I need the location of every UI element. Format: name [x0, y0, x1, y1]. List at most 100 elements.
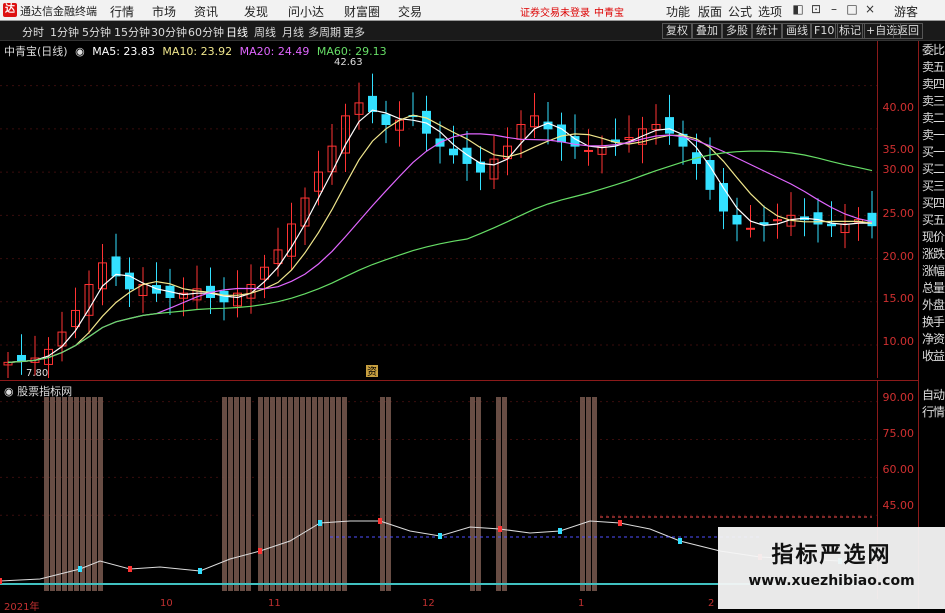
watermark-overlay: 指标严选网 www.xuezhibiao.com — [718, 527, 945, 609]
menu-functions[interactable]: 功能 — [666, 3, 690, 20]
signal-band — [246, 397, 251, 591]
period-tab-15min[interactable]: 15分钟 — [114, 24, 150, 40]
menu-ask[interactable]: 问小达 — [288, 3, 324, 20]
period-tab-5min[interactable]: 5分钟 — [82, 24, 111, 40]
side-panel-item[interactable]: 卖四 — [920, 77, 945, 92]
ma60-label: MA60: 29.13 — [316, 45, 387, 58]
side-panel-item[interactable]: 卖五 — [920, 60, 945, 75]
watermark-url: www.xuezhibiao.com — [748, 573, 915, 589]
back-button[interactable]: 返回 — [893, 23, 923, 39]
side-panel-item[interactable]: 买三 — [920, 179, 945, 194]
current-stock: 中青宝 — [594, 8, 624, 19]
signal-band — [470, 397, 475, 591]
signal-band — [294, 397, 299, 591]
side-panel-item[interactable]: 收益 — [920, 349, 945, 364]
side-panel-item[interactable]: 总量 — [920, 281, 945, 296]
indicator-bar — [618, 520, 622, 526]
menu-market-quotes[interactable]: 行情 — [110, 3, 134, 20]
indicator-dot-icon[interactable]: ◉ — [4, 385, 14, 398]
date-label: 1 — [578, 598, 585, 609]
lock-icon[interactable]: ⊡ — [808, 2, 824, 17]
signal-band — [74, 397, 79, 591]
date-label: 12 — [422, 598, 435, 609]
side-panel-item[interactable]: 换手 — [920, 315, 945, 330]
menu-discover[interactable]: 发现 — [244, 3, 268, 20]
side-panel-item[interactable]: 行情 — [920, 405, 945, 420]
date-label: 2021年 — [4, 602, 40, 613]
menu-market[interactable]: 市场 — [152, 3, 176, 20]
side-panel-item[interactable]: 净资 — [920, 332, 945, 347]
menu-news[interactable]: 资讯 — [194, 3, 218, 20]
side-panel-item[interactable]: 委比 — [920, 43, 945, 58]
indicator-bar — [438, 533, 442, 539]
menu-bar: 达 通达信金融终端 行情 市场 资讯 发现 问小达 财富圈 交易 证券交易未登录… — [0, 0, 945, 21]
signal-band — [288, 397, 293, 591]
close-icon[interactable]: × — [862, 2, 878, 17]
signal-band — [270, 397, 275, 591]
period-tab-1min[interactable]: 1分钟 — [50, 24, 79, 40]
period-tab-weekly[interactable]: 周线 — [254, 24, 276, 40]
side-panel-item[interactable]: 买二 — [920, 162, 945, 177]
side-panel-item[interactable]: 买五 — [920, 213, 945, 228]
mark-button[interactable]: 标记 — [835, 23, 865, 39]
indicator-bar — [318, 520, 322, 526]
signal-band — [306, 397, 311, 591]
side-panel-item[interactable]: 买四 — [920, 196, 945, 211]
maximize-icon[interactable]: □ — [844, 2, 860, 17]
indicator-tick: 75.00 — [882, 427, 915, 440]
signal-band — [342, 397, 347, 591]
period-tab-more[interactable]: 更多 — [343, 24, 365, 40]
side-panel-item[interactable]: 卖一 — [920, 128, 945, 143]
price-tick: 10.00 — [882, 335, 915, 348]
side-panel-item[interactable]: 现价 — [920, 230, 945, 245]
period-tab-multi[interactable]: 多周期 — [308, 24, 341, 40]
ma20-label: MA20: 24.49 — [239, 45, 310, 58]
period-tab-30min[interactable]: 30分钟 — [151, 24, 187, 40]
period-tab-daily[interactable]: 日线 — [226, 24, 248, 40]
menu-options[interactable]: 选项 — [758, 3, 782, 20]
signal-band — [312, 397, 317, 591]
signal-band — [80, 397, 85, 591]
side-panel-item[interactable]: 涨幅 — [920, 264, 945, 279]
indicator-tick: 60.00 — [882, 463, 915, 476]
side-panel-item[interactable]: 外盘 — [920, 298, 945, 313]
candle-body — [111, 256, 121, 277]
side-panel-item[interactable]: 买一 — [920, 145, 945, 160]
stats-button[interactable]: 统计 — [752, 23, 782, 39]
signal-band — [592, 397, 597, 591]
skin-icon[interactable]: ◧ — [790, 2, 806, 17]
kline-canvas[interactable]: 42.637.80 资 — [0, 41, 877, 384]
minimize-icon[interactable]: – — [826, 2, 842, 17]
signal-band — [336, 397, 341, 591]
side-panel-item[interactable]: 卖二 — [920, 111, 945, 126]
signal-band — [228, 397, 233, 591]
period-tab-intraday[interactable]: 分时 — [22, 24, 44, 40]
adjust-button[interactable]: 复权 — [662, 23, 692, 39]
multi-stock-button[interactable]: 多股 — [722, 23, 752, 39]
signal-band — [240, 397, 245, 591]
signal-band — [502, 397, 507, 591]
period-tab-60min[interactable]: 60分钟 — [188, 24, 224, 40]
guest-login[interactable]: 游客 — [894, 3, 918, 20]
menu-layout[interactable]: 版面 — [698, 3, 722, 20]
price-tick: 35.00 — [882, 143, 915, 156]
menu-wealth-circle[interactable]: 财富圈 — [344, 3, 380, 20]
candle-body — [759, 222, 769, 225]
signal-band — [580, 397, 585, 591]
period-tab-monthly[interactable]: 月线 — [282, 24, 304, 40]
draw-button[interactable]: 画线 — [782, 23, 812, 39]
date-label: 11 — [268, 598, 281, 609]
side-panel-item[interactable]: 自动 — [920, 388, 945, 403]
signal-band — [86, 397, 91, 591]
main-kline-chart[interactable]: 42.63 7.80 资 — [0, 41, 877, 384]
candle-body — [827, 223, 836, 227]
indicator-bar — [678, 538, 682, 544]
menu-trade[interactable]: 交易 — [398, 3, 422, 20]
settings-dot-icon[interactable]: ◉ — [75, 45, 85, 58]
side-panel-item[interactable]: 卖三 — [920, 94, 945, 109]
candle-body — [584, 149, 593, 152]
menu-formula[interactable]: 公式 — [728, 3, 752, 20]
indicator-tick: 90.00 — [882, 391, 915, 404]
side-panel-item[interactable]: 涨跌 — [920, 247, 945, 262]
overlay-button[interactable]: 叠加 — [692, 23, 722, 39]
